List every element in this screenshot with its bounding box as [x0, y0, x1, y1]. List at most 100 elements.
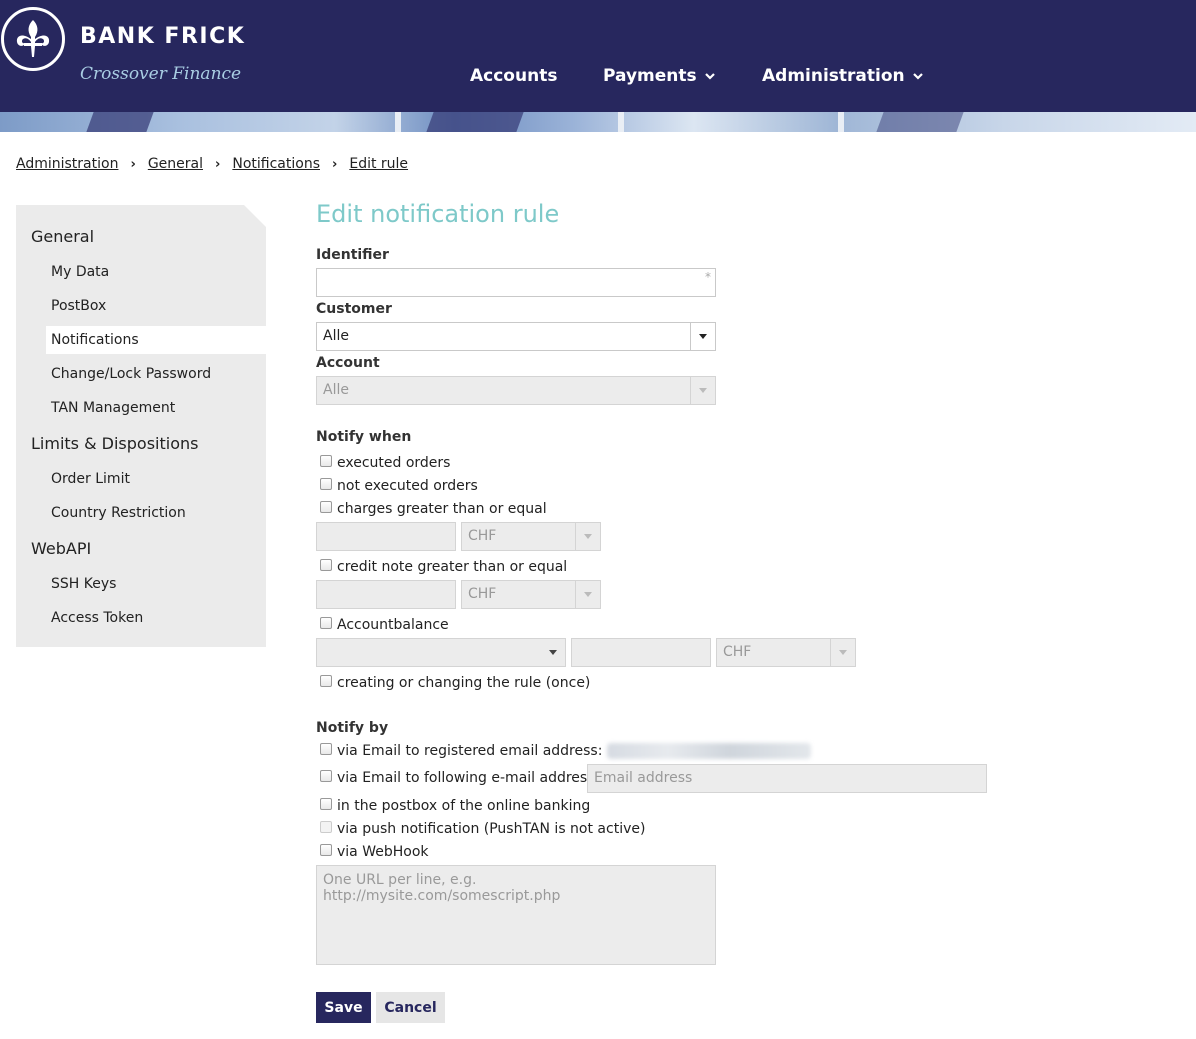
sidebar-group-limits[interactable]: Limits & Dispositions: [31, 434, 198, 453]
executed-orders-label: executed orders: [337, 455, 451, 471]
charges-option: charges greater than or equal: [320, 501, 547, 517]
not-executed-orders-option: not executed orders: [320, 478, 478, 494]
breadcrumb-edit-rule[interactable]: Edit rule: [349, 156, 408, 172]
postbox-label: in the postbox of the online banking: [337, 798, 591, 814]
chevron-right-icon: ›: [215, 156, 221, 172]
push-checkbox: [320, 821, 332, 833]
dropdown-arrow-icon[interactable]: [690, 323, 715, 350]
executed-orders-option: executed orders: [320, 455, 450, 471]
chevron-right-icon: ›: [130, 156, 136, 172]
required-marker: *: [705, 270, 711, 284]
charges-label: charges greater than or equal: [337, 501, 547, 517]
account-label: Account: [316, 355, 380, 371]
sidebar-item-ssh-keys[interactable]: SSH Keys: [46, 570, 266, 598]
sidebar-item-order-limit[interactable]: Order Limit: [46, 465, 266, 493]
charges-currency-select[interactable]: CHF: [461, 522, 601, 551]
registered-email-checkbox[interactable]: [320, 743, 332, 755]
header-banner-image: [0, 112, 1196, 132]
chevron-down-icon: [704, 73, 715, 80]
nav-accounts-label: Accounts: [470, 66, 558, 86]
accountbalance-option: Accountbalance: [320, 617, 449, 633]
rule-change-option: creating or changing the rule (once): [320, 675, 590, 691]
top-header: BANK FRICK Crossover Finance Accounts Pa…: [0, 0, 1196, 112]
breadcrumb-general[interactable]: General: [148, 156, 203, 172]
chevron-right-icon: ›: [331, 156, 338, 172]
nav-administration-label: Administration: [762, 66, 905, 86]
brand-tagline: Crossover Finance: [80, 64, 242, 84]
charges-amount-input[interactable]: [316, 522, 456, 551]
webhook-urls-textarea[interactable]: One URL per line, e.g. http://mysite.com…: [316, 865, 716, 965]
rule-change-checkbox[interactable]: [320, 675, 332, 687]
credit-note-checkbox[interactable]: [320, 559, 332, 571]
registered-email-label: via Email to registered email address:: [337, 743, 603, 759]
credit-currency-select[interactable]: CHF: [461, 580, 601, 609]
charges-currency-value: CHF: [468, 528, 497, 544]
sidebar-item-postbox[interactable]: PostBox: [46, 292, 266, 320]
fleur-de-lis-logo-icon[interactable]: [1, 7, 65, 71]
webhook-option: via WebHook: [320, 844, 429, 860]
dropdown-arrow-icon: [540, 639, 565, 666]
webhook-label: via WebHook: [337, 844, 429, 860]
balance-operator-select[interactable]: [316, 638, 566, 667]
nav-administration[interactable]: Administration: [762, 66, 923, 86]
breadcrumb: Administration › General › Notifications…: [16, 156, 408, 172]
sidebar: General My Data PostBox Notifications Ch…: [16, 205, 266, 647]
chevron-down-icon: [912, 73, 923, 80]
customer-select[interactable]: Alle: [316, 322, 716, 351]
push-option: via push notification (PushTAN is not ac…: [320, 821, 645, 837]
dropdown-arrow-icon: [575, 523, 600, 550]
sidebar-item-tan-management[interactable]: TAN Management: [46, 394, 266, 422]
sidebar-item-country-restriction[interactable]: Country Restriction: [46, 499, 266, 527]
dropdown-arrow-icon: [575, 581, 600, 608]
sidebar-item-my-data[interactable]: My Data: [46, 258, 266, 286]
balance-currency-value: CHF: [723, 644, 752, 660]
brand-name: BANK FRICK: [80, 24, 246, 49]
credit-currency-value: CHF: [468, 586, 497, 602]
account-select-value: Alle: [323, 382, 349, 398]
account-select[interactable]: Alle: [316, 376, 716, 405]
following-email-option: via Email to following e-mail address:: [320, 770, 599, 786]
postbox-option: in the postbox of the online banking: [320, 798, 590, 814]
push-label: via push notification (PushTAN is not ac…: [337, 821, 646, 837]
accountbalance-label: Accountbalance: [337, 617, 449, 633]
executed-orders-checkbox[interactable]: [320, 455, 332, 467]
not-executed-orders-label: not executed orders: [337, 478, 478, 494]
dropdown-arrow-icon: [690, 377, 715, 404]
postbox-checkbox[interactable]: [320, 798, 332, 810]
credit-note-label: credit note greater than or equal: [337, 559, 568, 575]
save-button[interactable]: Save: [316, 992, 371, 1023]
following-email-label: via Email to following e-mail address:: [337, 770, 600, 786]
sidebar-group-general[interactable]: General: [31, 227, 94, 246]
nav-accounts[interactable]: Accounts: [470, 66, 557, 86]
email-address-placeholder: Email address: [594, 770, 693, 786]
cancel-button[interactable]: Cancel: [376, 992, 445, 1023]
breadcrumb-notifications[interactable]: Notifications: [232, 156, 320, 172]
sidebar-item-notifications[interactable]: Notifications: [46, 326, 266, 354]
sidebar-item-access-token[interactable]: Access Token: [46, 604, 266, 632]
credit-note-option: credit note greater than or equal: [320, 559, 567, 575]
customer-select-value: Alle: [323, 328, 349, 344]
notify-when-label: Notify when: [316, 429, 412, 445]
following-email-checkbox[interactable]: [320, 770, 332, 782]
dropdown-arrow-icon: [830, 639, 855, 666]
notify-by-label: Notify by: [316, 720, 389, 736]
breadcrumb-administration[interactable]: Administration: [16, 156, 118, 172]
webhook-urls-placeholder: One URL per line, e.g. http://mysite.com…: [323, 872, 561, 904]
rule-change-label: creating or changing the rule (once): [337, 675, 591, 691]
balance-amount-input[interactable]: [571, 638, 711, 667]
nav-payments-label: Payments: [603, 66, 697, 86]
redacted-email: [607, 743, 812, 759]
sidebar-group-webapi[interactable]: WebAPI: [31, 539, 91, 558]
not-executed-orders-checkbox[interactable]: [320, 478, 332, 490]
sidebar-item-change-lock-password[interactable]: Change/Lock Password: [46, 360, 266, 388]
identifier-input[interactable]: *: [316, 268, 716, 297]
customer-label: Customer: [316, 301, 392, 317]
charges-checkbox[interactable]: [320, 501, 332, 513]
webhook-checkbox[interactable]: [320, 844, 332, 856]
identifier-label: Identifier: [316, 247, 389, 263]
nav-payments[interactable]: Payments: [603, 66, 715, 86]
email-address-input[interactable]: Email address: [587, 764, 987, 793]
credit-amount-input[interactable]: [316, 580, 456, 609]
accountbalance-checkbox[interactable]: [320, 617, 332, 629]
balance-currency-select[interactable]: CHF: [716, 638, 856, 667]
